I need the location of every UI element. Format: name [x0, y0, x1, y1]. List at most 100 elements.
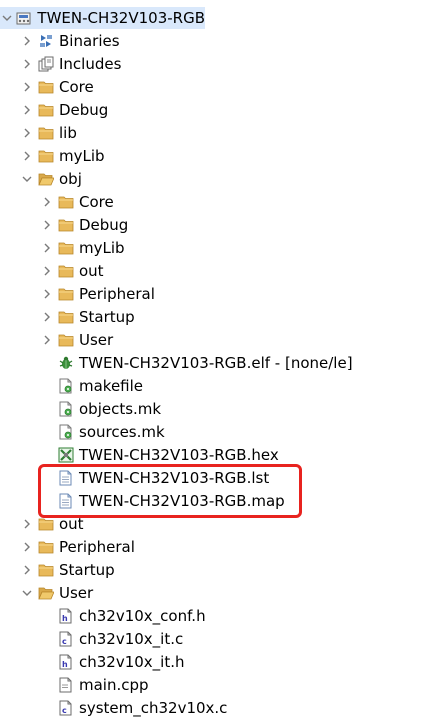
tree-item-ch32v10x-it-h[interactable]: h ch32v10x_it.h	[58, 651, 185, 673]
tree-item-ch32v10x-conf-h[interactable]: h ch32v10x_conf.h	[58, 605, 206, 627]
chevron-right-icon[interactable]	[20, 122, 34, 144]
folder-icon	[58, 263, 74, 279]
chevron-right-icon[interactable]	[40, 306, 54, 328]
tree-item-label: makefile	[79, 377, 144, 395]
tree-item-main-cpp[interactable]: main.cpp	[58, 674, 149, 696]
chevron-right-icon[interactable]	[20, 536, 34, 558]
tree-item-label: User	[79, 331, 114, 349]
tree-item-sources-mk[interactable]: sources.mk	[58, 421, 165, 443]
tree-item-makefile[interactable]: makefile	[58, 375, 143, 397]
folder-icon	[38, 125, 54, 141]
chevron-down-icon[interactable]	[2, 7, 12, 29]
chevron-right-icon[interactable]	[40, 283, 54, 305]
tree-item-obj-core[interactable]: Core	[40, 191, 114, 213]
tree-item-peripheral[interactable]: Peripheral	[20, 536, 135, 558]
tree-item-out[interactable]: out	[20, 513, 84, 535]
tree-item-label: Core	[59, 78, 94, 96]
tree-item-obj-peripheral[interactable]: Peripheral	[40, 283, 155, 305]
tree-item-label: User	[59, 584, 94, 602]
make-file-icon	[58, 401, 74, 417]
tree-item-lib[interactable]: lib	[20, 122, 77, 144]
chevron-right-icon[interactable]	[20, 513, 34, 535]
tree-item-label: TWEN-CH32V103-RGB.hex	[79, 446, 279, 464]
tree-item-label: out	[79, 262, 104, 280]
chevron-right-icon[interactable]	[40, 191, 54, 213]
tree-item-obj-debug[interactable]: Debug	[40, 214, 128, 236]
folder-icon	[38, 79, 54, 95]
tree-item-label: out	[59, 515, 84, 533]
make-file-icon	[58, 378, 74, 394]
chevron-right-icon[interactable]	[40, 329, 54, 351]
tree-item-label: obj	[59, 170, 82, 188]
chevron-down-icon[interactable]	[20, 168, 34, 190]
project-explorer-tree: TWEN-CH32V103-RGB Binaries Includes Core…	[0, 0, 434, 717]
tree-item-mylib[interactable]: myLib	[20, 145, 105, 167]
tree-item-label: Debug	[59, 101, 109, 119]
h-file-icon: h	[58, 654, 74, 670]
folder-icon	[58, 332, 74, 348]
folder-icon	[58, 309, 74, 325]
tree-item-label: ch32v10x_it.h	[79, 653, 185, 671]
tree-item-label: myLib	[79, 239, 125, 257]
svg-text:c: c	[62, 637, 67, 646]
tree-item-debug[interactable]: Debug	[20, 99, 108, 121]
tree-item-system-ch32v10x-c[interactable]: c system_ch32v10x.c	[58, 697, 227, 719]
tree-item-ch32v10x-it-c[interactable]: c ch32v10x_it.c	[58, 628, 183, 650]
chevron-right-icon[interactable]	[40, 237, 54, 259]
tree-item-label: Peripheral	[79, 285, 155, 303]
chevron-right-icon[interactable]	[20, 30, 34, 52]
c-file-icon: c	[58, 631, 74, 647]
folder-icon	[58, 194, 74, 210]
tree-item-hex-file[interactable]: TWEN-CH32V103-RGB.hex	[58, 444, 279, 466]
tree-item-elf-file[interactable]: TWEN-CH32V103-RGB.elf - [none/le]	[58, 352, 353, 374]
make-file-icon	[58, 424, 74, 440]
folder-icon	[58, 240, 74, 256]
tree-item-label: lib	[59, 124, 77, 142]
chevron-down-icon[interactable]	[20, 582, 34, 604]
folder-icon	[38, 539, 54, 555]
chevron-right-icon[interactable]	[40, 214, 54, 236]
svg-text:h: h	[62, 614, 68, 623]
chevron-right-icon[interactable]	[20, 145, 34, 167]
tree-item-user[interactable]: User	[20, 582, 93, 604]
tree-item-label: system_ch32v10x.c	[79, 699, 228, 717]
tree-item-obj[interactable]: obj	[20, 168, 82, 190]
tree-item-core[interactable]: Core	[20, 76, 94, 98]
chevron-right-icon[interactable]	[20, 53, 34, 75]
tree-item-obj-mylib[interactable]: myLib	[40, 237, 125, 259]
tree-item-label: Peripheral	[59, 538, 135, 556]
chevron-right-icon[interactable]	[20, 76, 34, 98]
folder-icon	[38, 562, 54, 578]
folder-icon	[58, 286, 74, 302]
hex-file-icon	[58, 447, 74, 463]
tree-item-label: main.cpp	[79, 676, 149, 694]
tree-item-label: myLib	[59, 147, 105, 165]
folder-icon	[38, 516, 54, 532]
tree-item-includes[interactable]: Includes	[20, 53, 121, 75]
tree-item-label: Startup	[79, 308, 135, 326]
tree-item-startup[interactable]: Startup	[20, 559, 115, 581]
folder-open-icon	[38, 171, 55, 187]
tree-item-label: Binaries	[59, 32, 120, 50]
folder-icon	[38, 102, 54, 118]
h-file-icon: h	[58, 608, 74, 624]
folder-icon	[58, 217, 74, 233]
tree-item-obj-user[interactable]: User	[40, 329, 113, 351]
includes-icon	[38, 56, 54, 72]
folder-open-icon	[38, 585, 55, 601]
tree-item-label: Startup	[59, 561, 115, 579]
tree-item-obj-startup[interactable]: Startup	[40, 306, 135, 328]
tree-item-label: ch32v10x_it.c	[79, 630, 184, 648]
elf-bug-icon	[58, 355, 74, 371]
tree-item-objects-mk[interactable]: objects.mk	[58, 398, 161, 420]
binaries-icon	[38, 33, 54, 49]
tree-item-label: Debug	[79, 216, 129, 234]
tree-item-label: Core	[79, 193, 114, 211]
project-icon	[16, 10, 32, 26]
tree-item-binaries[interactable]: Binaries	[20, 30, 120, 52]
chevron-right-icon[interactable]	[40, 260, 54, 282]
tree-item-project[interactable]: TWEN-CH32V103-RGB	[0, 7, 205, 29]
chevron-right-icon[interactable]	[20, 559, 34, 581]
tree-item-obj-out[interactable]: out	[40, 260, 104, 282]
chevron-right-icon[interactable]	[20, 99, 34, 121]
